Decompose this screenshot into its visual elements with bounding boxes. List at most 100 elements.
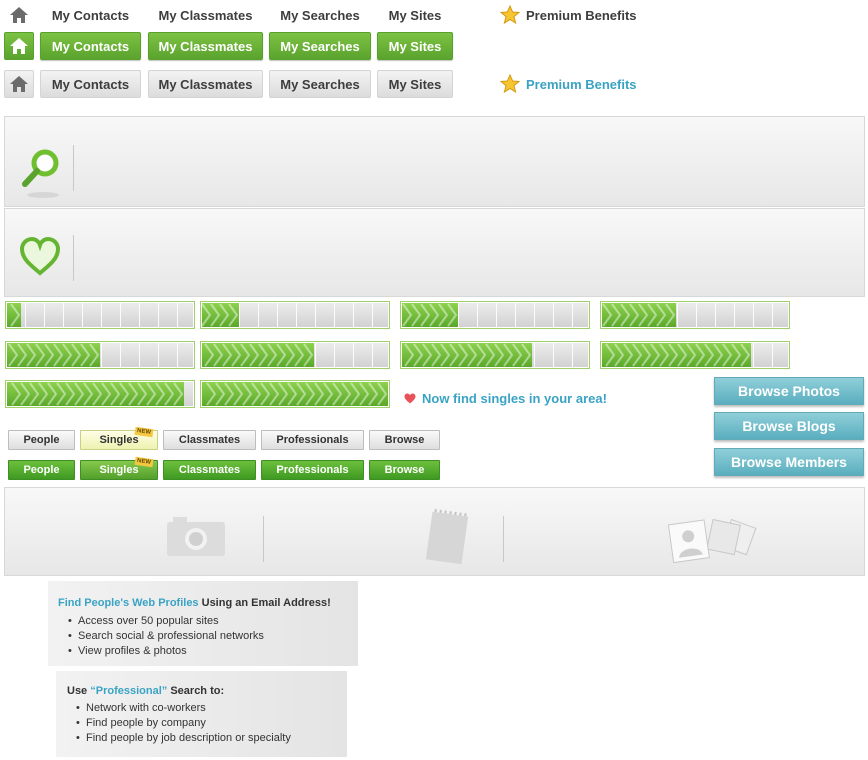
progress-chevron [294, 343, 305, 367]
progress-chevron [638, 303, 649, 327]
home-icon [10, 38, 28, 54]
progress-chevron [65, 382, 76, 406]
progress-chevron [210, 303, 221, 327]
nav-tab-sites[interactable]: My Sites [377, 1, 453, 29]
premium-benefits-label: Premium Benefits [526, 76, 637, 92]
progress-chevron [521, 343, 532, 367]
category-tab-singles[interactable]: Singles NEW [80, 426, 158, 450]
progress-chevron [44, 343, 55, 367]
progress-chevron [260, 382, 271, 406]
email-search-link[interactable]: Find People's Web Profiles [58, 597, 199, 609]
nav-tab-contacts[interactable]: My Contacts [40, 1, 141, 29]
nav-tab-classmates[interactable]: My Classmates [148, 32, 263, 60]
progress-chevron [476, 343, 487, 367]
category-tab-professionals[interactable]: Professionals [261, 430, 364, 450]
premium-benefits-label: Premium Benefits [526, 7, 637, 23]
camera-icon[interactable] [165, 514, 227, 558]
favorites-panel [4, 208, 865, 297]
browse-members-button[interactable]: Browse Members [714, 448, 864, 476]
premium-benefits-link[interactable]: Premium Benefits [500, 70, 637, 98]
progress-chevron [228, 303, 239, 327]
progress-chevron [614, 343, 625, 367]
progress-bar [400, 341, 590, 369]
category-tab-professionals[interactable]: Professionals [261, 460, 364, 480]
progress-chevron [668, 343, 679, 367]
category-tab-classmates[interactable]: Classmates [163, 460, 256, 480]
nav-tab-sites[interactable]: My Sites [377, 32, 453, 60]
panel-divider [503, 516, 504, 562]
progress-chevron [222, 343, 233, 367]
progress-chevron [101, 382, 112, 406]
progress-chevrons [402, 303, 458, 327]
progress-chevron [485, 343, 496, 367]
progress-chevron [611, 303, 622, 327]
category-tab-browse[interactable]: Browse [369, 430, 440, 450]
nav-tab-contacts[interactable]: My Contacts [40, 70, 141, 98]
progress-chevron [213, 343, 224, 367]
home-button[interactable] [4, 32, 34, 60]
panel-divider [73, 145, 74, 191]
progress-bar [200, 301, 390, 329]
progress-chevron [411, 303, 422, 327]
member-photos-icon[interactable] [661, 510, 761, 570]
progress-chevron [38, 382, 49, 406]
progress-chevron [422, 343, 433, 367]
progress-chevron [447, 303, 458, 327]
progress-chevron [629, 303, 640, 327]
list-item: Find people by job description or specia… [76, 731, 291, 746]
progress-chevron [287, 382, 298, 406]
nav-tab-classmates[interactable]: My Classmates [148, 70, 263, 98]
singles-promo[interactable]: Now find singles in your area! [404, 388, 607, 408]
category-tab-browse[interactable]: Browse [369, 460, 440, 480]
nav-tab-searches[interactable]: My Searches [269, 1, 371, 29]
category-tab-people[interactable]: People [8, 460, 75, 480]
heart-icon [19, 237, 61, 276]
progress-chevron [62, 343, 73, 367]
progress-chevron [305, 382, 316, 406]
progress-chevron [233, 382, 244, 406]
singles-promo-text: Now find singles in your area! [422, 390, 607, 406]
progress-chevron [53, 343, 64, 367]
nav-tab-classmates[interactable]: My Classmates [148, 1, 263, 29]
home-button[interactable] [4, 70, 34, 98]
progress-chevron [20, 382, 31, 406]
progress-chevron [47, 382, 58, 406]
progress-chevron [231, 343, 242, 367]
nav-tab-contacts[interactable]: My Contacts [40, 32, 141, 60]
progress-chevron [303, 343, 314, 367]
progress-chevron [632, 343, 643, 367]
progress-chevron [35, 343, 46, 367]
progress-chevron [155, 382, 166, 406]
browse-photos-button[interactable]: Browse Photos [714, 377, 864, 405]
browse-blogs-button[interactable]: Browse Blogs [714, 412, 864, 440]
star-icon [500, 74, 520, 94]
progress-chevron [74, 382, 85, 406]
progress-chevron [215, 382, 226, 406]
progress-chevron [296, 382, 307, 406]
progress-chevron [350, 382, 361, 406]
progress-bar [5, 301, 195, 329]
professional-heading-prefix: Use [67, 685, 91, 697]
professional-search-heading: Use “Professional” Search to: [67, 685, 224, 697]
progress-chevron [605, 343, 616, 367]
category-tab-classmates[interactable]: Classmates [163, 430, 256, 450]
progress-chevron [146, 382, 157, 406]
progress-chevron [164, 382, 175, 406]
progress-chevron [722, 343, 733, 367]
category-tab-people[interactable]: People [8, 430, 75, 450]
premium-benefits-link[interactable]: Premium Benefits [500, 1, 637, 29]
star-icon [500, 5, 520, 25]
professional-heading-quoted: “Professional” [90, 685, 168, 697]
progress-chevron [686, 343, 697, 367]
progress-chevron [17, 343, 28, 367]
category-tab-singles[interactable]: Singles NEW [80, 456, 158, 480]
nav-tab-searches[interactable]: My Searches [269, 70, 371, 98]
email-search-info: Find People's Web Profiles Using an Emai… [48, 581, 358, 666]
nav-tab-searches[interactable]: My Searches [269, 32, 371, 60]
home-button[interactable] [4, 1, 34, 29]
nav-tab-sites[interactable]: My Sites [377, 70, 453, 98]
progress-chevron [402, 303, 413, 327]
progress-chevron [332, 382, 343, 406]
notepad-icon[interactable] [419, 508, 475, 568]
progress-chevrons [11, 382, 184, 406]
